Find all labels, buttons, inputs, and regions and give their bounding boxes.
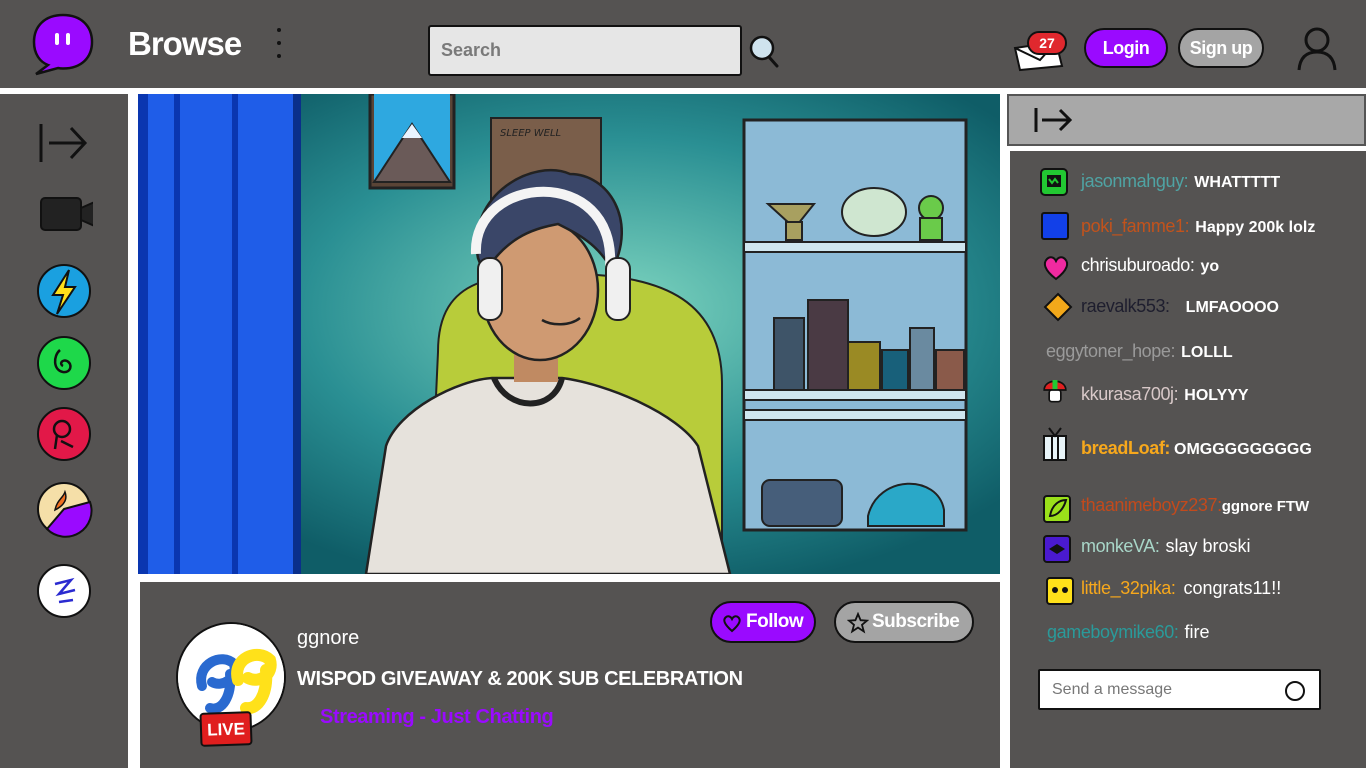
search-input[interactable] [428, 25, 742, 76]
subscribe-label: Subscribe [872, 611, 960, 632]
chat-message: thaanimeboyz237:ggnore FTW [1081, 495, 1309, 523]
chat-message: eggytoner_hope: LOLLL [1046, 341, 1233, 369]
signup-button[interactable]: Sign up [1178, 28, 1264, 68]
chat-text: Happy 200k lolz [1195, 219, 1316, 236]
eye-badge-icon [1043, 535, 1071, 563]
chat-username[interactable]: chrisuburoado: [1081, 255, 1195, 275]
poster-text: SLEEP WELL [500, 128, 561, 139]
chat-text: HOLYYY [1184, 387, 1249, 404]
stream-title: WISPOD GIVEAWAY & 200K SUB CELEBRATION [297, 668, 743, 690]
chat-username[interactable]: eggytoner_hope: [1046, 341, 1176, 361]
profile-icon[interactable] [1296, 26, 1338, 72]
chat-message: raevalk553: LMFAOOOO [1081, 296, 1279, 324]
channel-swirl-icon[interactable] [35, 334, 93, 392]
mushroom-badge-icon [1043, 380, 1067, 403]
chat-message: poki_famme1: Happy 200k lolz [1081, 216, 1315, 244]
chat-message: breadLoaf: OMGGGGGGGGG [1081, 438, 1312, 466]
chat-message: kkurasa700j: HOLYYY [1081, 384, 1249, 412]
diamond-badge-icon [1043, 292, 1073, 322]
user-badge-icon [1041, 212, 1069, 240]
star-icon [847, 612, 869, 634]
channel-face-icon[interactable] [35, 405, 93, 463]
chat-message-input[interactable] [1052, 679, 1277, 701]
channel-lightning-icon[interactable] [35, 262, 93, 320]
expand-icon[interactable] [35, 116, 93, 174]
stream-category[interactable]: Streaming - Just Chatting [320, 706, 554, 729]
heart-icon [723, 615, 741, 633]
chat-username[interactable]: breadLoaf: [1081, 438, 1170, 458]
live-badge: LIVE [199, 711, 253, 747]
user-badge-icon [1040, 168, 1068, 196]
video-player[interactable]: SLEEP WELL [138, 94, 1000, 574]
leaf-badge-icon [1043, 495, 1071, 523]
more-icon[interactable] [274, 28, 284, 68]
chat-username[interactable]: jasonmahguy: [1081, 171, 1189, 191]
chat-message: little_32pika: congrats11!! [1081, 578, 1281, 606]
chat-username[interactable]: thaanimeboyz237: [1081, 495, 1222, 515]
follow-button[interactable]: Follow [710, 601, 816, 643]
chat-text: ggnore FTW [1221, 498, 1310, 515]
login-button[interactable]: Login [1084, 28, 1168, 68]
chat-message: gameboymike60: fire [1047, 622, 1210, 650]
stream-video-frame: SLEEP WELL [138, 94, 1000, 574]
chat-username[interactable]: raevalk553: [1081, 296, 1170, 316]
chat-username[interactable]: gameboymike60: [1047, 622, 1179, 642]
chat-message: monkeVA: slay broski [1081, 536, 1251, 564]
chat-username[interactable]: poki_famme1: [1081, 216, 1190, 236]
chat-username[interactable]: kkurasa700j: [1081, 384, 1179, 404]
chat-message: jasonmahguy: WHATTTTT [1081, 171, 1280, 199]
chat-text: WHATTTTT [1194, 174, 1281, 191]
follow-label: Follow [746, 611, 804, 632]
gift-badge-icon [1043, 427, 1067, 461]
page-title[interactable]: Browse [128, 25, 242, 63]
channel-pacman-icon[interactable] [35, 480, 93, 538]
camera-icon[interactable] [35, 186, 93, 244]
chat-text: LOLLL [1181, 344, 1233, 361]
chat-text: congrats11!! [1183, 578, 1282, 598]
chat-text: OMGGGGGGGGG [1174, 441, 1312, 458]
chat-username[interactable]: monkeVA: [1081, 536, 1160, 556]
heart-badge-icon [1043, 256, 1069, 281]
chat-text: fire [1184, 622, 1210, 642]
chat-text: yo [1200, 258, 1220, 275]
subscribe-button[interactable]: Subscribe [834, 601, 974, 643]
channel-kanji-icon[interactable] [35, 562, 93, 620]
chat-username[interactable]: little_32pika: [1081, 578, 1176, 598]
send-icon[interactable] [1285, 681, 1305, 701]
logo-icon[interactable] [30, 12, 96, 76]
search-icon[interactable] [748, 34, 780, 68]
streamer-name[interactable]: ggnore [297, 627, 359, 650]
collapse-chat-icon[interactable] [1032, 104, 1076, 136]
notification-badge: 27 [1027, 31, 1067, 55]
chat-send-box [1038, 669, 1321, 710]
chat-text: LMFAOOOO [1185, 299, 1279, 316]
pika-badge-icon [1046, 577, 1074, 605]
chat-text: slay broski [1165, 536, 1251, 556]
chat-message: chrisuburoado: yo [1081, 255, 1219, 283]
